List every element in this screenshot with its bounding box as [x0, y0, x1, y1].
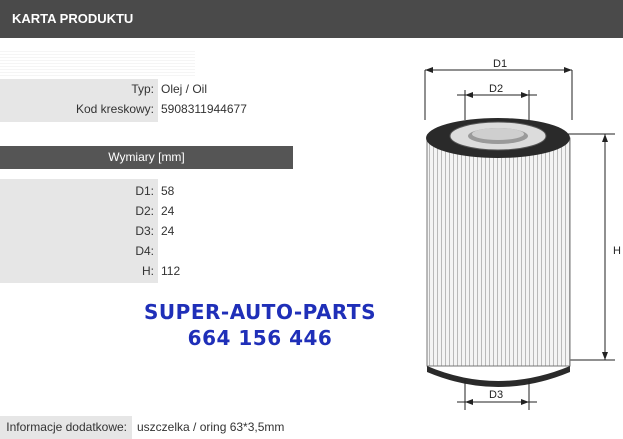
promo-name: SUPER-AUTO-PARTS	[144, 300, 376, 324]
d2-label: D2	[489, 83, 503, 95]
page-header: KARTA PRODUKTU	[0, 0, 623, 38]
dimension-row-d2: D2: 24	[0, 201, 300, 221]
dimension-label: H:	[142, 264, 154, 278]
dimension-label: D3:	[135, 224, 154, 238]
promo-phone: 664 156 446	[187, 326, 333, 350]
additional-info-value: uszczelka / oring 63*3,5mm	[137, 420, 285, 434]
filter-bottom-cap	[427, 366, 570, 387]
label-column-bg	[0, 119, 158, 122]
dimension-row-d1: D1: 58	[0, 181, 300, 201]
dimension-value: 24	[161, 224, 175, 238]
dimension-row-d4: D4:	[0, 241, 300, 261]
filter-technical-drawing: D1 D2 H D3	[405, 50, 623, 410]
page-title: KARTA PRODUKTU	[12, 11, 134, 26]
filter-pleats	[426, 137, 571, 367]
dimension-value: 58	[161, 184, 175, 198]
d1-label: D1	[493, 58, 507, 70]
type-label: Typ:	[0, 79, 158, 99]
dimension-label: D1:	[135, 184, 154, 198]
barcode-value: 5908311944677	[161, 102, 247, 116]
dimension-value: 24	[161, 204, 175, 218]
dimension-label: D2:	[135, 204, 154, 218]
filter-drawing-svg: D1 D2 H D3	[424, 58, 621, 410]
dimensions-title: Wymiary [mm]	[108, 150, 185, 164]
dimension-value: 112	[161, 264, 181, 278]
h-label: H	[613, 245, 621, 257]
barcode-row: Kod kreskowy: 5908311944677	[0, 99, 300, 119]
barcode-label: Kod kreskowy:	[0, 99, 158, 119]
type-value: Olej / Oil	[161, 82, 208, 96]
additional-info-label: Informacje dodatkowe:	[0, 416, 132, 439]
d3-label: D3	[489, 389, 503, 401]
type-row: Typ: Olej / Oil	[0, 79, 300, 99]
dimension-label: D4:	[135, 244, 154, 258]
dimension-row-h: H: 112	[0, 261, 300, 281]
divider-pattern	[0, 50, 195, 76]
dimension-row-d3: D3: 24	[0, 221, 300, 241]
dimensions-section-bar: Wymiary [mm]	[0, 146, 293, 169]
